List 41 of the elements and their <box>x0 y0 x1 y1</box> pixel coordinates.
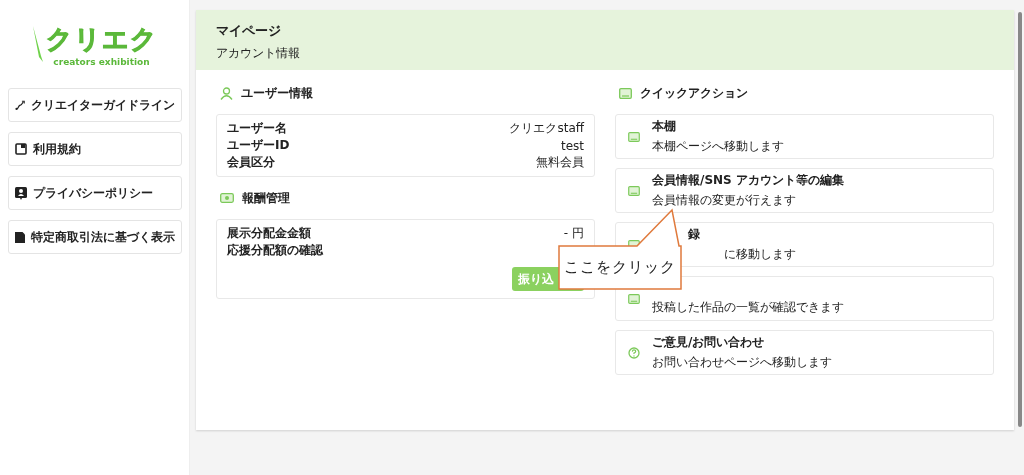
action-description: 会員情報の変更が行えます <box>652 192 796 209</box>
sidebar-item[interactable]: 特定商取引法に基づく表示 <box>8 220 182 254</box>
banknote-icon <box>220 193 234 203</box>
section-title: ユーザー情報 <box>241 84 313 102</box>
scrollbar[interactable] <box>1018 12 1022 427</box>
sidebar-item[interactable]: 利用規約 <box>8 132 182 166</box>
action-description: お問い合わせページへ移動します <box>652 354 832 371</box>
brush-icon <box>31 25 44 63</box>
route-icon <box>15 98 25 112</box>
action-title: 本棚 <box>652 118 676 135</box>
quick-action-card[interactable]: 会員情報/SNS アカウント等の編集 会員情報の変更が行えます <box>615 168 994 213</box>
action-description: 本棚ページへ移動します <box>652 138 784 155</box>
field-label: ユーザー名 <box>227 120 287 137</box>
field-label: 応援分配額の確認 <box>227 242 323 259</box>
logo-tagline: creators exhibition <box>53 56 150 67</box>
action-title: ご意見/お問い合わせ <box>652 334 765 351</box>
action-description: に移動します <box>724 246 796 263</box>
user-icon <box>220 86 233 100</box>
action-description: 投稿した作品の一覧が確認できます <box>652 298 844 316</box>
document-icon <box>15 230 25 244</box>
field-value: 無料会員 <box>536 154 584 171</box>
field-value: - 円 <box>563 225 584 242</box>
logo-text: クリエク <box>45 22 158 56</box>
book-icon <box>15 143 27 155</box>
field-value: test <box>560 138 584 153</box>
sidebar-item[interactable]: クリエイターガイドライン <box>8 88 182 122</box>
quick-action-card[interactable]: 本棚 本棚ページへ移動します <box>615 114 994 159</box>
section-title: 報酬管理 <box>242 189 290 207</box>
field-label: 会員区分 <box>227 154 275 171</box>
field-label: 展示分配金金額 <box>227 225 311 242</box>
question-icon <box>628 346 640 359</box>
field-label: ユーザーID <box>227 137 290 154</box>
quick-action-card[interactable]: ご意見/お問い合わせ お問い合わせページへ移動します <box>615 330 994 375</box>
field-value: クリエクstaff <box>509 120 584 137</box>
id-badge-icon <box>15 186 27 200</box>
action-title: 会員情報/SNS アカウント等の編集 <box>652 172 844 189</box>
page-title: マイページ <box>216 22 282 40</box>
sidebar-item[interactable]: プライバシーポリシー <box>8 176 182 210</box>
action-title: 録 <box>688 226 700 243</box>
page-subtitle: アカウント情報 <box>216 45 301 62</box>
section-title: クイックアクション <box>640 84 748 102</box>
